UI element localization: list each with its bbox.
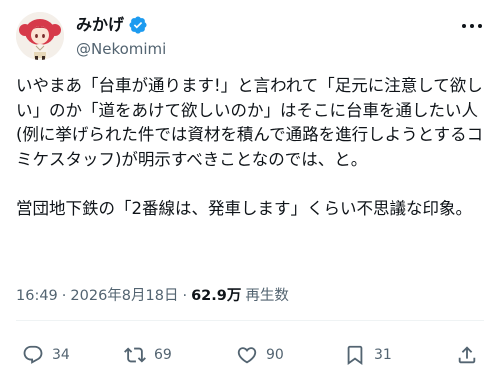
meta-separator: ·: [182, 288, 188, 304]
divider: [16, 320, 484, 321]
retweet-button[interactable]: 69: [124, 340, 172, 370]
retweet-icon: [124, 347, 146, 363]
reply-count: 34: [52, 347, 70, 363]
tweet-date[interactable]: 2026年8月18日: [70, 285, 178, 307]
tweet-header: みかげ @Nekomimi: [16, 12, 484, 60]
handle[interactable]: @Nekomimi: [76, 38, 166, 60]
avatar-illustration: [16, 12, 64, 60]
author-names: みかげ @Nekomimi: [76, 14, 166, 60]
tweet-meta: 16:49 · 2026年8月18日 · 62.9万 再生数: [16, 285, 289, 307]
display-name[interactable]: みかげ: [76, 14, 124, 36]
meta-separator: ·: [61, 288, 67, 304]
retweet-count: 69: [154, 347, 172, 363]
reply-button[interactable]: 34: [22, 340, 70, 370]
like-count: 90: [266, 347, 284, 363]
bookmark-icon: [347, 345, 363, 366]
reply-icon: [23, 345, 43, 364]
share-icon: [458, 346, 476, 364]
tweet-text: いやまあ「台車が通ります!」と言われて「足元に注意して欲しい」のか「道をあけて欲…: [16, 76, 484, 218]
share-button[interactable]: [456, 340, 478, 370]
tweet-time[interactable]: 16:49: [16, 285, 58, 307]
avatar[interactable]: [16, 12, 64, 60]
bookmark-count: 31: [374, 347, 392, 363]
views-label: 再生数: [245, 288, 289, 304]
display-name-row: みかげ: [76, 14, 166, 36]
action-bar: 34 69 90 31: [16, 340, 484, 370]
views-count: 62.9万: [191, 288, 242, 304]
heart-icon: [237, 347, 257, 364]
more-options-icon[interactable]: [460, 16, 484, 36]
bookmark-button[interactable]: 31: [344, 340, 392, 370]
verified-badge-icon[interactable]: [128, 15, 148, 35]
like-button[interactable]: 90: [236, 340, 284, 370]
